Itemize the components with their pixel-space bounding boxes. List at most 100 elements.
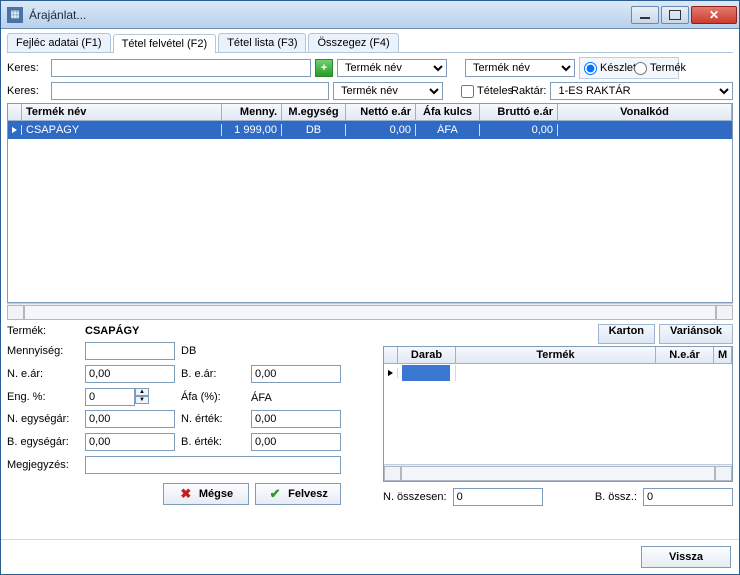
sums-row: N. összesen: B. össz.: [383, 488, 733, 506]
product-label: Termék: [7, 325, 79, 337]
variants-button[interactable]: Variánsok [659, 324, 733, 344]
maximize-button[interactable] [661, 6, 689, 24]
main-table: Termék név Menny. M.egység Nettó e.ár Áf… [7, 103, 733, 303]
net-label: N. e.ár: [7, 368, 79, 380]
row-marker-icon [384, 368, 398, 378]
radio-stock[interactable]: Készlet [584, 62, 624, 75]
n-val-input[interactable] [251, 410, 341, 428]
tab-summary[interactable]: Összegez (F4) [308, 33, 398, 52]
gross-input[interactable] [251, 365, 341, 383]
main-table-header: Termék név Menny. M.egység Nettó e.ár Áf… [8, 104, 732, 121]
radio-product[interactable]: Termék [634, 62, 674, 75]
tabstrip: Fejléc adatai (F1) Tétel felvétel (F2) T… [7, 33, 733, 53]
disc-label: Eng. %: [7, 391, 79, 403]
search-field-combo-1[interactable]: Termék név [337, 59, 447, 77]
b-unit-label: B. egységár: [7, 436, 79, 448]
minimize-button[interactable] [631, 6, 659, 24]
tab-header[interactable]: Fejléc adatai (F1) [7, 33, 111, 52]
note-input[interactable] [85, 456, 341, 474]
b-val-input[interactable] [251, 433, 341, 451]
search-input-1[interactable] [51, 59, 311, 77]
product-value: CSAPÁGY [85, 325, 341, 337]
scroll-track[interactable] [401, 466, 715, 481]
qty-label: Mennyiség: [7, 345, 79, 357]
selected-cell[interactable] [402, 365, 450, 381]
spin-down-icon[interactable]: ▼ [135, 396, 149, 404]
b-unit-input[interactable] [85, 433, 175, 451]
cell-vat: ÁFA [416, 124, 480, 136]
col-qty[interactable]: Menny. [222, 104, 282, 120]
warehouse-label: Raktár: [511, 85, 546, 97]
add-button[interactable]: + [315, 59, 333, 77]
scroll-track[interactable] [24, 305, 716, 320]
disc-input[interactable] [85, 388, 135, 406]
vat-value: ÁFA [251, 390, 341, 404]
search-label: Keres: [7, 62, 47, 74]
cancel-button[interactable]: ✖ Mégse [163, 483, 249, 505]
close-button[interactable]: ✕ [691, 6, 737, 24]
variants-hscroll[interactable] [384, 464, 732, 481]
mcol-net[interactable]: N.e.ár [656, 347, 714, 363]
b-val-label: B. érték: [181, 436, 245, 448]
scroll-left-icon[interactable] [7, 305, 24, 320]
n-total-value[interactable] [453, 488, 543, 506]
cell-gross: 0,00 [480, 124, 558, 136]
mcol-qty[interactable]: Darab [398, 347, 456, 363]
b-total-label: B. össz.: [595, 491, 637, 503]
scroll-right-icon[interactable] [715, 466, 732, 481]
n-unit-input[interactable] [85, 410, 175, 428]
col-product-name[interactable]: Termék név [22, 104, 222, 120]
main-table-body[interactable]: CSAPÁGY 1 999,00 DB 0,00 ÁFA 0,00 [8, 121, 732, 302]
window: ▦ Árajánlat... ✕ Fejléc adatai (F1) Téte… [0, 0, 740, 575]
mcol-product[interactable]: Termék [456, 347, 656, 363]
col-barcode[interactable]: Vonalkód [558, 104, 732, 120]
itemized-checkbox[interactable]: Tételes [461, 85, 501, 98]
titlebar: ▦ Árajánlat... ✕ [1, 1, 739, 29]
col-vat[interactable]: Áfa kulcs [416, 104, 480, 120]
main-table-hscroll[interactable] [7, 303, 733, 320]
search-row-1: Keres: + Termék név Termék név Készlet T… [7, 57, 733, 79]
detail-form: Termék: CSAPÁGY Mennyiség: DB N. e.ár: B… [7, 324, 375, 506]
variants-grid: Darab Termék N.e.ár M [383, 346, 733, 482]
mcol-m[interactable]: M [714, 347, 732, 363]
cell-net: 0,00 [346, 124, 416, 136]
spin-up-icon[interactable]: ▲ [135, 388, 149, 396]
col-net[interactable]: Nettó e.ár [346, 104, 416, 120]
stock-product-radio-group: Készlet Termék [579, 57, 679, 79]
app-icon: ▦ [7, 7, 23, 23]
vat-label: Áfa (%): [181, 391, 245, 403]
search-input-2[interactable] [51, 82, 329, 100]
bottom-panel: Termék: CSAPÁGY Mennyiség: DB N. e.ár: B… [7, 324, 733, 506]
back-button[interactable]: Vissza [641, 546, 731, 568]
search-field-combo-3[interactable]: Termék név [333, 82, 443, 100]
col-unit[interactable]: M.egység [282, 104, 346, 120]
b-total-value[interactable] [643, 488, 733, 506]
check-icon: ✔ [268, 487, 282, 501]
search-field-combo-2[interactable]: Termék név [465, 59, 575, 77]
variants-grid-body[interactable] [384, 364, 732, 464]
tab-item-entry[interactable]: Tétel felvétel (F2) [113, 34, 217, 53]
scroll-left-icon[interactable] [384, 466, 401, 481]
table-row[interactable] [384, 364, 732, 382]
unit-value: DB [181, 345, 341, 357]
net-input[interactable] [85, 365, 175, 383]
submit-button[interactable]: ✔ Felvesz [255, 483, 341, 505]
client-area: Fejléc adatai (F1) Tétel felvétel (F2) T… [1, 29, 739, 539]
n-val-label: N. érték: [181, 413, 245, 425]
note-label: Megjegyzés: [7, 459, 79, 471]
tab-item-list[interactable]: Tétel lista (F3) [218, 33, 306, 52]
cell-name: CSAPÁGY [22, 124, 222, 136]
qty-input[interactable] [85, 342, 175, 360]
warehouse-combo[interactable]: 1-ES RAKTÁR [550, 82, 733, 100]
karton-button[interactable]: Karton [598, 324, 655, 344]
window-title: Árajánlat... [29, 8, 629, 22]
search-row-2: Keres: Termék név Tételes Raktár: 1-ES R… [7, 82, 733, 100]
col-gross[interactable]: Bruttó e.ár [480, 104, 558, 120]
table-row[interactable]: CSAPÁGY 1 999,00 DB 0,00 ÁFA 0,00 [8, 121, 732, 139]
discount-spinner[interactable]: ▲▼ [85, 388, 175, 406]
n-total-label: N. összesen: [383, 491, 447, 503]
cell-qty: 1 999,00 [222, 124, 282, 136]
search-label-2: Keres: [7, 85, 47, 97]
scroll-right-icon[interactable] [716, 305, 733, 320]
footer: Vissza [1, 539, 739, 574]
